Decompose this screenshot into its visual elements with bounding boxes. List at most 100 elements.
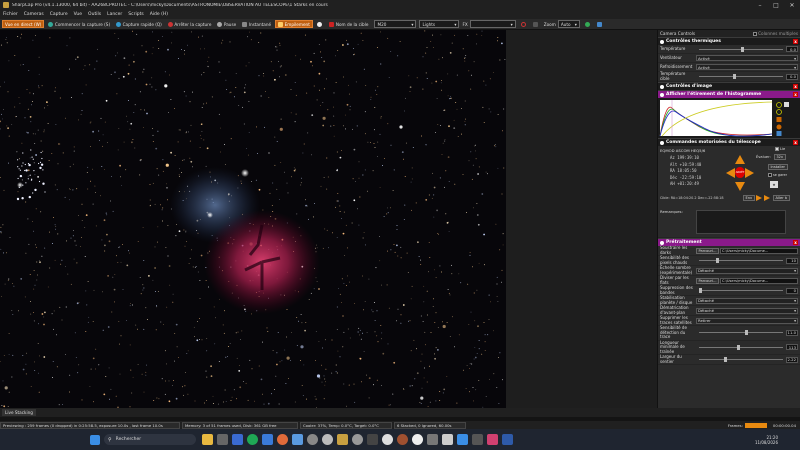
star-icon[interactable]: ★ [770, 181, 778, 188]
app-icon[interactable] [367, 434, 378, 445]
debayer-select[interactable]: Détaché ▾ [696, 307, 798, 314]
close-icon[interactable]: x [793, 39, 798, 44]
forward-icon[interactable] [764, 195, 770, 201]
target-name-select[interactable]: M20 ▾ [374, 20, 417, 28]
app-icon[interactable] [412, 434, 423, 445]
app-icon[interactable] [352, 434, 363, 445]
app-icon[interactable] [292, 434, 303, 445]
fan-select[interactable]: Activé ▾ [696, 55, 798, 61]
taskbar-search[interactable]: ⚲ Rechercher [104, 434, 196, 445]
dark-path-select[interactable]: C:\Users\micky\Docume... [719, 247, 798, 254]
image-controls-header[interactable]: Contrôles d'image x [658, 82, 800, 90]
minimize-icon[interactable]: – [752, 0, 768, 10]
banding-slider[interactable] [699, 288, 783, 293]
start-capture-button[interactable]: Commencer la capture (S) [46, 20, 112, 28]
menu-capture[interactable]: Capture [50, 12, 68, 17]
quick-capture-button[interactable]: Capture rapide (Q) [114, 20, 164, 28]
zoom-in-button[interactable] [583, 20, 594, 28]
auto-stretch-icon[interactable] [776, 102, 782, 108]
menu-tools[interactable]: Outils [88, 12, 101, 17]
thermal-section-header[interactable]: Contrôles thermiques x [658, 37, 800, 45]
reset-icon[interactable] [776, 109, 782, 115]
app-icon[interactable] [307, 434, 318, 445]
darkscale-select[interactable]: Détaché ▾ [696, 267, 798, 274]
histogram-section-header[interactable]: Afficher l'étirement de l'histogramme x [658, 90, 800, 98]
app-icon[interactable] [382, 434, 393, 445]
app-icon[interactable] [322, 434, 333, 445]
app-icon[interactable] [427, 434, 438, 445]
detection-slider[interactable] [699, 330, 783, 336]
close-icon[interactable]: x [793, 92, 798, 97]
half-moon-icon[interactable] [784, 102, 789, 107]
notes-textarea[interactable] [696, 210, 786, 234]
trailwidth-slider[interactable] [699, 357, 783, 362]
close-icon[interactable]: x [793, 240, 798, 245]
menu-help[interactable]: Aide (H) [150, 12, 168, 17]
close-icon[interactable]: ✕ [784, 0, 800, 10]
hotpixel-slider[interactable] [699, 258, 783, 263]
goto-button[interactable]: Aller à [773, 195, 790, 201]
save-icon[interactable] [776, 131, 782, 136]
target-temp-slider[interactable] [699, 74, 783, 79]
south-arrow-icon[interactable] [735, 182, 745, 191]
reticle-button[interactable] [519, 20, 530, 28]
image-viewport[interactable] [0, 30, 506, 408]
live-view-button[interactable]: Vue en direct (W) [2, 20, 45, 28]
eval-select[interactable]: 32x [774, 154, 786, 160]
menu-launch[interactable]: Lancer [107, 12, 122, 17]
menu-cameras[interactable]: Cameras [24, 12, 44, 17]
lock-icon[interactable] [776, 117, 782, 122]
whatsapp-icon[interactable] [247, 434, 258, 445]
refresh-icon[interactable] [776, 124, 782, 130]
maximize-icon[interactable]: □ [768, 0, 784, 10]
flat-path-select[interactable]: C:\Users\micky\Docume... [719, 277, 798, 284]
app-icon[interactable] [502, 434, 513, 445]
file-explorer-icon[interactable] [202, 434, 213, 445]
zoom-select[interactable]: Auto ▾ [557, 20, 580, 28]
goto-send-button[interactable]: Env [743, 195, 755, 201]
sharpcap-icon[interactable] [337, 434, 348, 445]
satellite-select[interactable]: Retirer ▾ [696, 317, 798, 324]
stop-capture-button[interactable]: Arrêter la capture [166, 20, 214, 28]
snapshot-button[interactable]: Instantané [240, 20, 273, 28]
park-checkbox[interactable]: se garer [768, 173, 787, 177]
live-stack-button[interactable]: Empilement [275, 20, 313, 28]
close-icon[interactable]: x [793, 140, 798, 145]
app-icon[interactable] [442, 434, 453, 445]
stabilization-select[interactable]: Détaché ▾ [696, 297, 798, 304]
app-icon[interactable] [397, 434, 408, 445]
telescope-section-header[interactable]: Commandes motorisées du télescope x [658, 138, 800, 146]
install-button[interactable]: Installer [768, 164, 788, 170]
app-icon[interactable] [472, 434, 483, 445]
multi-column-checkbox[interactable]: Colonnes multiples [753, 31, 798, 36]
minlength-slider[interactable] [699, 344, 783, 350]
dark-browse-button[interactable]: Parcouri... [696, 247, 719, 254]
menu-view[interactable]: Vue [74, 12, 82, 17]
close-icon[interactable]: x [793, 84, 798, 89]
profile-select[interactable]: Lights ▾ [419, 20, 460, 28]
histogram-display[interactable] [658, 98, 800, 138]
stop-button[interactable]: ARRÊT [735, 167, 745, 178]
app-icon[interactable] [262, 434, 273, 445]
windows-start-icon[interactable] [90, 434, 100, 445]
app-icon[interactable] [487, 434, 498, 445]
fx-select[interactable]: ▾ [469, 20, 516, 28]
tracking-checkbox[interactable]: Lie [775, 147, 785, 151]
menu-scripts[interactable]: Scripts [128, 12, 143, 17]
play-icon[interactable] [756, 195, 762, 201]
settings-button[interactable] [595, 20, 606, 28]
north-arrow-icon[interactable] [735, 155, 745, 164]
system-clock[interactable]: 21:20 11/08/2026 [755, 435, 778, 445]
browser-icon[interactable] [277, 434, 288, 445]
pause-button[interactable]: Pause [215, 20, 238, 28]
cooling-select[interactable]: Activé ▾ [696, 64, 798, 70]
flat-browse-button[interactable]: Parcouri... [696, 277, 719, 284]
edge-icon[interactable] [232, 434, 243, 445]
task-view-icon[interactable] [217, 434, 228, 445]
histogram-toggle[interactable] [531, 20, 542, 28]
temperature-slider[interactable] [699, 46, 783, 52]
menu-file[interactable]: Fichier [3, 12, 18, 17]
east-arrow-icon[interactable] [745, 168, 754, 178]
west-arrow-icon[interactable] [726, 168, 735, 178]
app-icon[interactable] [457, 434, 468, 445]
